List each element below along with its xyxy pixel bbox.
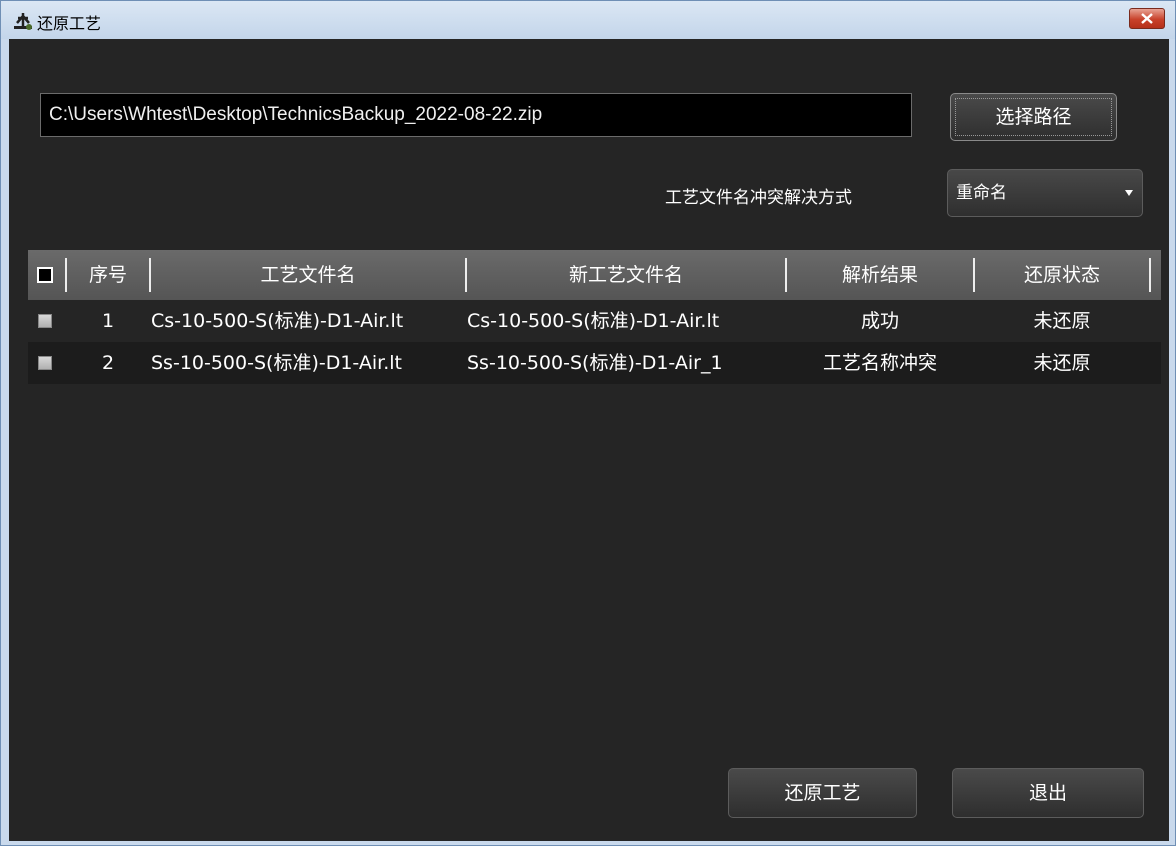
column-header-parse-result[interactable]: 解析结果: [787, 250, 973, 300]
cell-restore-status: 未还原: [1033, 352, 1091, 374]
cell-restore-status: 未还原: [1033, 310, 1091, 332]
exit-button[interactable]: 退出: [952, 768, 1144, 818]
cell-new-filename: Ss-10-500-S(标准)-D1-Air_1: [467, 352, 723, 374]
dialog-body: C:\Users\Whtest\Desktop\TechnicsBackup_2…: [9, 39, 1169, 841]
cell-parse-result: 工艺名称冲突: [822, 352, 937, 374]
restore-button[interactable]: 还原工艺: [728, 768, 917, 818]
cell-filename: Cs-10-500-S(标准)-D1-Air.lt: [151, 310, 404, 332]
row-checkbox[interactable]: [38, 356, 52, 370]
close-icon: [1141, 13, 1153, 24]
conflict-mode-select[interactable]: 重命名: [947, 169, 1143, 217]
cell-parse-result: 成功: [860, 310, 899, 332]
focus-rect: [955, 98, 1112, 136]
table-header: 序号 工艺文件名 新工艺文件名 解析结果 还原状态: [28, 250, 1161, 300]
cell-filename: Ss-10-500-S(标准)-D1-Air.lt: [151, 352, 402, 374]
restore-dialog: 还原工艺 C:\Users\Whtest\Desktop\TechnicsBac…: [0, 0, 1176, 846]
header-divider: [1149, 258, 1151, 292]
column-header-new-filename[interactable]: 新工艺文件名: [467, 250, 785, 300]
column-header-restore-status[interactable]: 还原状态: [975, 250, 1149, 300]
choose-path-button[interactable]: 选择路径: [950, 93, 1117, 141]
technics-table: 序号 工艺文件名 新工艺文件名 解析结果 还原状态 1 Cs-10-500-S(…: [28, 250, 1161, 810]
table-row[interactable]: 1 Cs-10-500-S(标准)-D1-Air.lt Cs-10-500-S(…: [28, 300, 1161, 342]
table-row[interactable]: 2 Ss-10-500-S(标准)-D1-Air.lt Ss-10-500-S(…: [28, 342, 1161, 384]
column-header-filename[interactable]: 工艺文件名: [151, 250, 465, 300]
app-icon: [12, 10, 34, 32]
close-button[interactable]: [1129, 8, 1165, 29]
cell-new-filename: Cs-10-500-S(标准)-D1-Air.lt: [467, 310, 720, 332]
dropdown-arrow-icon: [1125, 190, 1133, 196]
cell-index: 2: [101, 352, 115, 374]
conflict-mode-label: 工艺文件名冲突解决方式: [665, 188, 852, 208]
conflict-mode-value: 重命名: [956, 183, 1007, 203]
title-bar[interactable]: 还原工艺: [1, 1, 1175, 39]
backup-path-input[interactable]: C:\Users\Whtest\Desktop\TechnicsBackup_2…: [40, 93, 912, 137]
select-all-checkbox[interactable]: [37, 267, 53, 283]
row-checkbox[interactable]: [38, 314, 52, 328]
window-title: 还原工艺: [37, 14, 102, 33]
cell-index: 1: [101, 310, 115, 332]
column-header-index[interactable]: 序号: [67, 250, 149, 300]
